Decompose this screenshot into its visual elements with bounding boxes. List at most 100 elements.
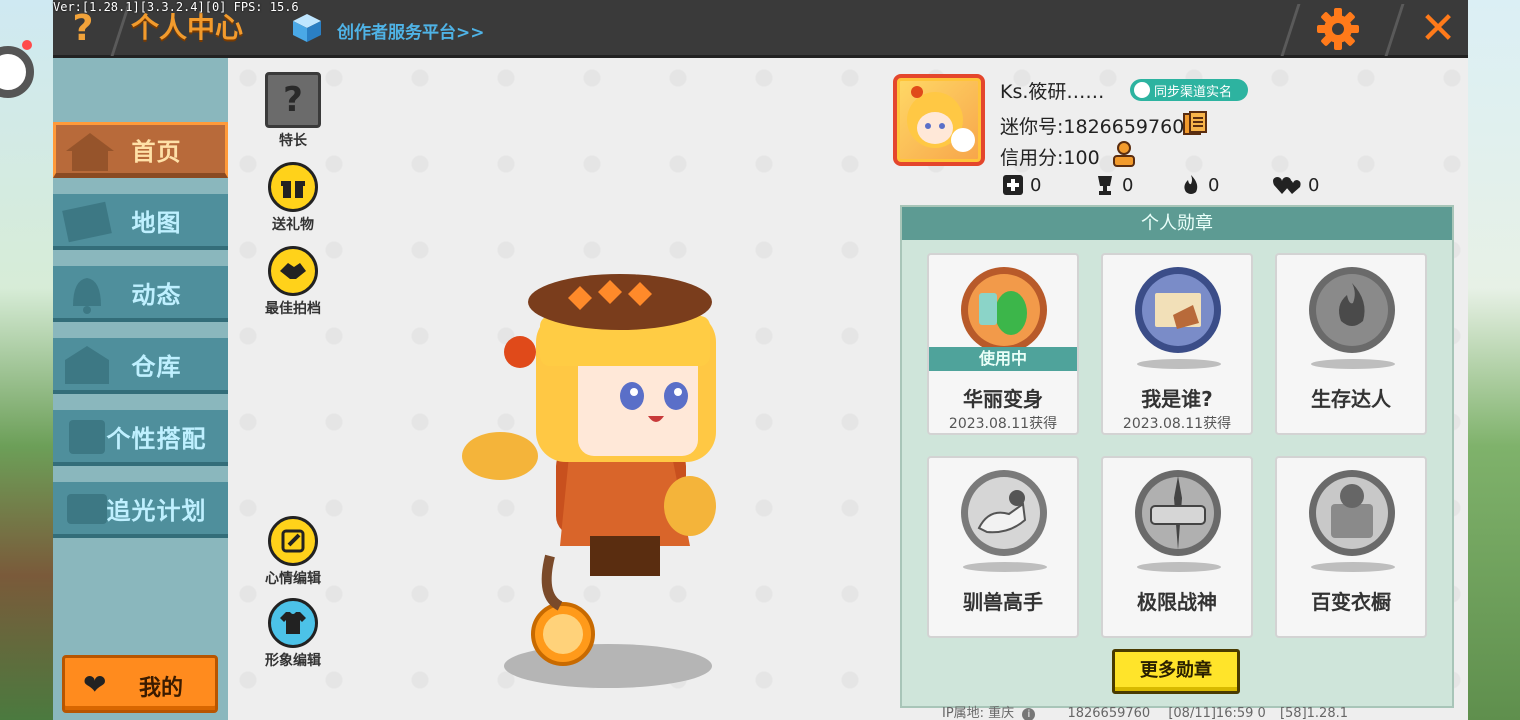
medal-shadow bbox=[963, 562, 1047, 572]
cube-icon bbox=[293, 14, 321, 42]
footer-build: [58]1.28.1 bbox=[1279, 706, 1348, 720]
creator-platform-link[interactable]: 创作者服务平台>> bbox=[337, 18, 485, 43]
stat-adds: 0 bbox=[1002, 174, 1041, 196]
specialty-label: 特长 bbox=[279, 133, 307, 149]
info-icon[interactable]: i bbox=[1022, 708, 1036, 720]
medal-panel-title: 个人勋章 bbox=[902, 207, 1452, 240]
verify-label: 同步渠道实名 bbox=[1154, 84, 1233, 100]
question-block-icon: ? bbox=[265, 72, 321, 128]
best-partner-button[interactable]: 最佳拍档 bbox=[253, 246, 333, 318]
mini-id: 迷你号:1826659760 bbox=[1000, 116, 1185, 138]
medal-name: 我是谁? bbox=[1141, 387, 1213, 411]
edit-icon bbox=[268, 516, 318, 566]
mine-button[interactable]: ❤ 我的 bbox=[62, 655, 218, 713]
gift-label: 送礼物 bbox=[272, 217, 314, 233]
stat-heat-value: 0 bbox=[1208, 174, 1220, 196]
medal-wardrobe-icon bbox=[1309, 470, 1395, 556]
stat-likes-value: 0 bbox=[1122, 174, 1134, 196]
shirt-icon bbox=[268, 598, 318, 648]
flame-icon bbox=[1184, 175, 1198, 194]
gear-icon[interactable] bbox=[1315, 6, 1361, 52]
specialty-button[interactable]: ? 特长 bbox=[253, 72, 333, 150]
game-background-right bbox=[1465, 0, 1520, 720]
divider bbox=[1384, 4, 1405, 56]
medal-name: 驯兽高手 bbox=[963, 590, 1043, 614]
copy-icon[interactable] bbox=[1182, 110, 1208, 136]
send-gift-button[interactable]: 送礼物 bbox=[253, 162, 333, 234]
stat-hearts: 0 bbox=[1272, 174, 1319, 196]
plus-icon bbox=[1003, 175, 1023, 195]
avatar[interactable] bbox=[893, 74, 985, 166]
medal-card[interactable]: 生存达人 bbox=[1275, 253, 1427, 435]
user-check-icon bbox=[1134, 82, 1150, 98]
sidebar-item-map[interactable]: 地图 bbox=[53, 194, 228, 250]
stat-heat: 0 bbox=[1180, 174, 1219, 196]
footer-info: IP属地: 重庆 i 1826659760 [08/11]16:59 0 [58… bbox=[942, 702, 1348, 720]
credit-score: 信用分:100 bbox=[1000, 147, 1100, 169]
medal-card[interactable]: 百变衣橱 bbox=[1275, 456, 1427, 638]
medal-shadow bbox=[1311, 562, 1395, 572]
partner-label: 最佳拍档 bbox=[265, 301, 321, 317]
appearance-edit-button[interactable]: 形象编辑 bbox=[253, 598, 333, 670]
close-button[interactable]: ✕ bbox=[1413, 4, 1463, 54]
sidebar-item-outfit[interactable]: 个性搭配 bbox=[53, 410, 228, 466]
divider bbox=[1280, 4, 1301, 56]
medal-shadow bbox=[1137, 359, 1221, 369]
medal-date: 2023.08.11获得 bbox=[1122, 416, 1232, 432]
sidebar-item-home[interactable]: 首页 bbox=[53, 122, 228, 178]
close-icon: ✕ bbox=[1419, 3, 1457, 54]
version-fps-readout: Ver:[1.28.1][3.3.2.4][0] FPS: 15.6 bbox=[53, 0, 299, 14]
sidebar-item-label: 个性搭配 bbox=[106, 424, 207, 453]
medal-name: 百变衣橱 bbox=[1311, 590, 1391, 614]
medal-date: 2023.08.11获得 bbox=[948, 416, 1058, 432]
map-icon bbox=[62, 201, 112, 243]
medal-boss-icon bbox=[1135, 470, 1221, 556]
sidebar-item-feed[interactable]: 动态 bbox=[53, 266, 228, 322]
sidebar-item-label: 地图 bbox=[131, 208, 182, 237]
mine-label: 我的 bbox=[139, 676, 184, 701]
heart-icon: ❤ bbox=[83, 668, 107, 701]
appearance-label: 形象编辑 bbox=[265, 653, 321, 669]
sidebar: 首页 地图 动态 仓库 个性搭配 追光计划 ❤ 我的 bbox=[53, 58, 228, 720]
trophy-icon bbox=[1098, 176, 1112, 195]
medal-shadow bbox=[1311, 359, 1395, 369]
medal-card[interactable]: 极限战神 bbox=[1101, 456, 1253, 638]
medal-shadow bbox=[1137, 562, 1221, 572]
stat-hearts-value: 0 bbox=[1308, 174, 1320, 196]
stat-adds-value: 0 bbox=[1030, 174, 1042, 196]
verify-badge[interactable]: 同步渠道实名 bbox=[1130, 79, 1248, 101]
medal-card[interactable]: 我是谁? 2023.08.11获得 bbox=[1101, 253, 1253, 435]
footer-timestamp: [08/11]16:59 0 bbox=[1168, 706, 1266, 720]
ip-location: IP属地: 重庆 bbox=[942, 706, 1015, 720]
medal-who-am-i-icon bbox=[1135, 267, 1221, 353]
medal-card[interactable]: 驯兽高手 bbox=[927, 456, 1079, 638]
mood-edit-button[interactable]: 心情编辑 bbox=[253, 516, 333, 588]
footer-uid: 1826659760 bbox=[1067, 706, 1151, 720]
in-use-tag: 使用中 bbox=[929, 347, 1077, 371]
notification-dot bbox=[22, 40, 32, 50]
warehouse-icon bbox=[65, 346, 109, 384]
stat-likes: 0 bbox=[1094, 174, 1133, 196]
sidebar-item-label: 首页 bbox=[131, 137, 182, 166]
bell-icon bbox=[73, 278, 101, 314]
more-medals-button[interactable]: 更多勋章 bbox=[1112, 649, 1240, 694]
sidebar-item-label: 追光计划 bbox=[106, 496, 207, 525]
medal-campfire-icon bbox=[1309, 267, 1395, 353]
medal-tamer-icon bbox=[961, 470, 1047, 556]
medal-name: 华丽变身 bbox=[963, 387, 1043, 411]
sidebar-item-spotlight[interactable]: 追光计划 bbox=[53, 482, 228, 538]
game-background-left bbox=[0, 0, 55, 720]
gift-icon bbox=[268, 162, 318, 212]
player-character[interactable] bbox=[460, 256, 720, 696]
hearts-icon bbox=[1273, 177, 1301, 194]
house-icon bbox=[66, 133, 114, 171]
sidebar-item-label: 仓库 bbox=[131, 352, 182, 381]
sidebar-item-label: 动态 bbox=[131, 280, 182, 309]
medal-card[interactable]: 使用中 华丽变身 2023.08.11获得 bbox=[927, 253, 1079, 435]
avatar-portrait bbox=[907, 86, 975, 152]
sidebar-item-warehouse[interactable]: 仓库 bbox=[53, 338, 228, 394]
nickname: Ks.筱研…… bbox=[1000, 81, 1105, 103]
medal-name: 生存达人 bbox=[1311, 387, 1391, 411]
mood-label: 心情编辑 bbox=[265, 571, 321, 587]
credit-user-icon[interactable] bbox=[1110, 140, 1138, 168]
